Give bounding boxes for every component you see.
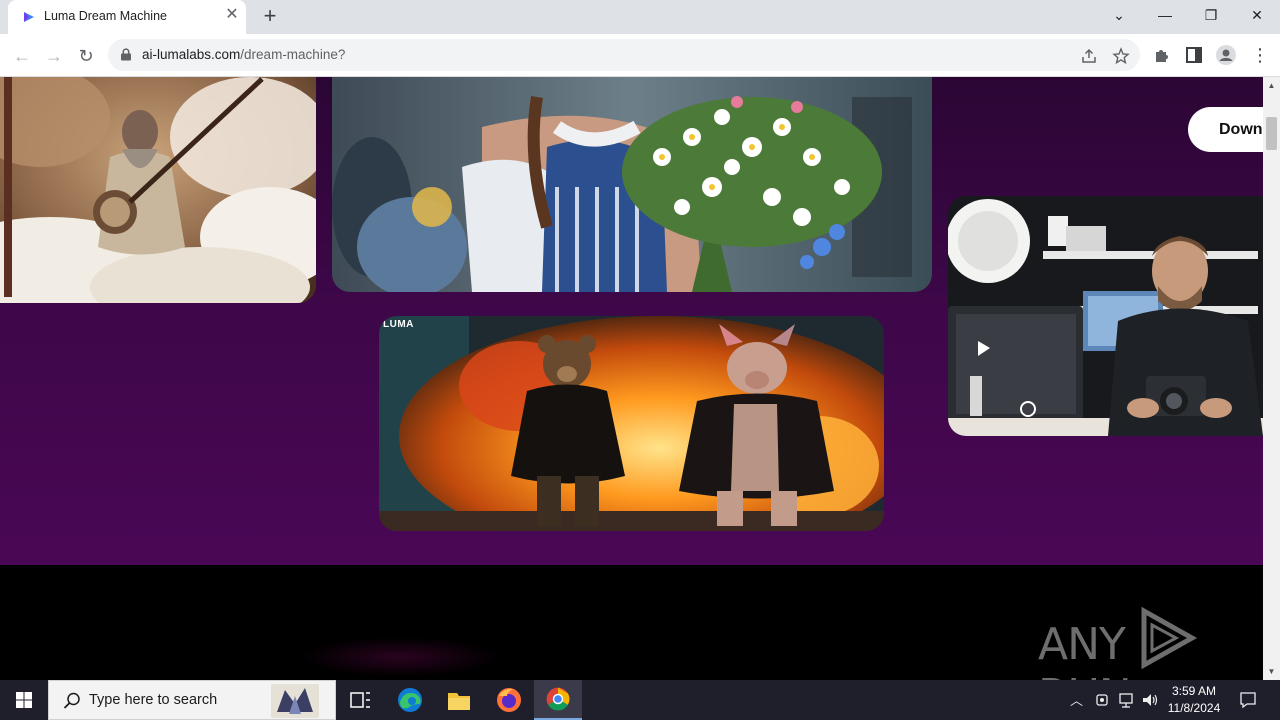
forward-button[interactable]: →	[40, 42, 68, 70]
share-icon[interactable]	[1080, 47, 1098, 65]
minimize-button[interactable]: —	[1142, 0, 1188, 30]
footer-glow	[300, 637, 500, 677]
scroll-down-arrow-icon[interactable]: ▼	[1267, 667, 1276, 676]
watermark-text-any: ANY	[1038, 619, 1126, 670]
luma-card-watermark: LUMA	[383, 319, 414, 330]
bookmark-star-icon[interactable]	[1112, 47, 1130, 65]
url-text[interactable]: ai-lumalabs.com/dream-machine?	[142, 47, 345, 62]
file-explorer-icon[interactable]	[435, 680, 483, 720]
search-placeholder: Type here to search	[89, 692, 218, 708]
browser-tab-bar: Luma Dream Machine ✕ + ⌄ — ❐ ✕	[0, 0, 1280, 34]
video-card-banjo-monk[interactable]	[0, 77, 316, 303]
side-panel-icon[interactable]	[1184, 45, 1204, 65]
tab-search-chevron-icon[interactable]: ⌄	[1096, 0, 1142, 30]
video-card-flower-woman[interactable]	[332, 77, 932, 292]
clock-time: 3:59 AM	[1171, 684, 1217, 698]
notification-center-icon[interactable]	[1238, 690, 1258, 710]
bear-pig-explosion-image	[379, 316, 884, 531]
profile-avatar-icon[interactable]	[1216, 45, 1236, 65]
video-card-camera-man[interactable]	[948, 196, 1263, 436]
lock-icon	[121, 48, 131, 61]
anyrun-play-logo-icon	[1141, 606, 1197, 670]
restore-button[interactable]: ❐	[1188, 0, 1234, 30]
tab-close-icon[interactable]: ✕	[224, 7, 240, 23]
download-button[interactable]: Down	[1188, 107, 1263, 152]
chrome-taskbar-icon[interactable]	[534, 680, 582, 720]
firefox-icon[interactable]	[485, 680, 533, 720]
flower-woman-image	[332, 77, 932, 292]
edge-browser-icon[interactable]	[386, 680, 434, 720]
search-icon	[63, 692, 80, 709]
windows-start-icon[interactable]	[0, 680, 48, 720]
search-highlight-image	[271, 684, 319, 718]
browser-toolbar: ← → ↻ ai-lumalabs.com/dream-machine? ⋮	[0, 34, 1280, 77]
address-bar[interactable]: ai-lumalabs.com/dream-machine?	[108, 39, 1140, 71]
luma-favicon-icon	[24, 12, 34, 22]
taskbar-search-box[interactable]: Type here to search	[48, 680, 336, 720]
watermark-text-run: RUN	[1038, 670, 1132, 680]
camera-studio-image	[948, 196, 1263, 436]
tray-overflow-chevron-icon[interactable]: ︿	[1070, 690, 1083, 710]
tab-title: Luma Dream Machine	[44, 9, 167, 23]
anyrun-watermark: ANY RUN	[1038, 606, 1263, 680]
close-window-button[interactable]: ✕	[1234, 0, 1280, 30]
scroll-up-arrow-icon[interactable]: ▲	[1267, 81, 1276, 90]
meet-now-icon[interactable]	[1095, 690, 1111, 710]
page-viewport: LUMA Down ANY	[0, 77, 1263, 680]
volume-icon[interactable]	[1141, 690, 1159, 710]
scrollbar-thumb[interactable]	[1266, 117, 1277, 150]
new-tab-button[interactable]: +	[258, 4, 282, 28]
page-scrollbar[interactable]: ▲ ▼	[1263, 77, 1280, 680]
task-view-icon[interactable]	[336, 680, 384, 720]
chrome-menu-icon[interactable]: ⋮	[1250, 45, 1270, 65]
clock-date: 11/8/2024	[1167, 701, 1221, 715]
extensions-puzzle-icon[interactable]	[1152, 45, 1172, 65]
network-icon[interactable]	[1118, 690, 1136, 710]
system-clock[interactable]: 3:59 AM 11/8/2024	[1160, 683, 1228, 717]
reload-button[interactable]: ↻	[72, 42, 100, 70]
windows-taskbar: Type here to search ︿ 3:59 AM 11/8/2024	[0, 680, 1280, 720]
back-button[interactable]: ←	[8, 42, 36, 70]
video-card-bear-pig[interactable]: LUMA	[379, 316, 884, 531]
tab-luma-dream-machine[interactable]: Luma Dream Machine ✕	[8, 0, 246, 34]
banjo-monk-image	[0, 77, 316, 303]
